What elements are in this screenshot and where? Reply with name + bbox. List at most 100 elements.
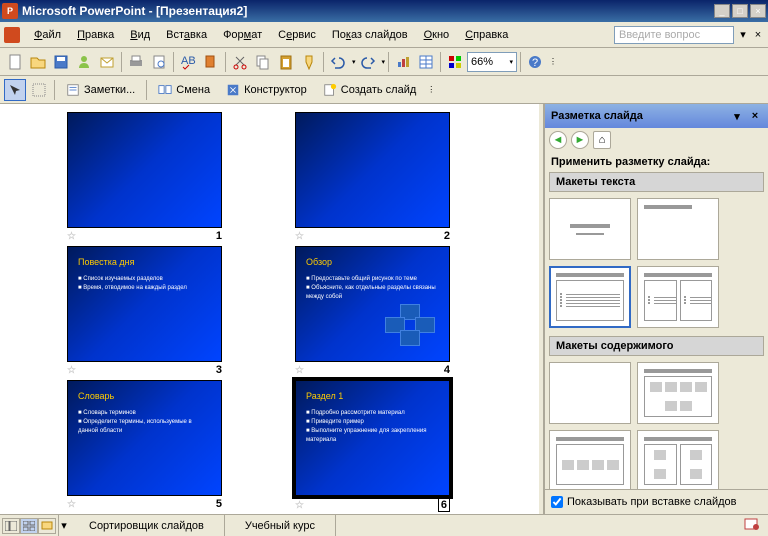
outlining-toolbar: Заметки... Смена Конструктор Создать сла… — [0, 76, 768, 104]
redo-button[interactable] — [357, 51, 379, 73]
menu-edit[interactable]: Правка — [69, 26, 122, 44]
animation-icon: ☆ — [295, 500, 304, 511]
menu-bar: Файл Правка Вид Вставка Формат Сервис По… — [0, 22, 768, 48]
status-bar: ▾ Сортировщик слайдов Учебный курс — [0, 514, 768, 536]
language-indicator[interactable] — [736, 517, 768, 534]
copy-button[interactable] — [252, 51, 274, 73]
apply-layout-label: Применить разметку слайда: — [545, 152, 768, 172]
layout-two-content-2[interactable] — [637, 430, 719, 489]
new-slide-button[interactable]: Создать слайд — [316, 79, 423, 101]
menu-help[interactable]: Справка — [457, 26, 516, 44]
slide-number: 5 — [216, 498, 222, 510]
nav-forward-button[interactable]: ► — [571, 131, 589, 149]
open-button[interactable] — [27, 51, 49, 73]
show-on-insert-checkbox[interactable] — [551, 496, 563, 508]
table-button[interactable] — [415, 51, 437, 73]
paste-button[interactable] — [275, 51, 297, 73]
layout-blank[interactable] — [549, 362, 631, 424]
maximize-button[interactable]: □ — [732, 4, 748, 18]
slide-number: 4 — [444, 364, 450, 376]
layout-content[interactable] — [637, 362, 719, 424]
notes-button[interactable]: Заметки... — [59, 79, 142, 101]
animation-icon: ☆ — [67, 231, 76, 242]
print-button[interactable] — [125, 51, 147, 73]
title-bar: P Microsoft PowerPoint - [Презентация2] … — [0, 0, 768, 22]
nav-home-button[interactable]: ⌂ — [593, 131, 611, 149]
research-button[interactable] — [200, 51, 222, 73]
layout-two-content[interactable] — [637, 266, 719, 328]
undo-button[interactable] — [327, 51, 349, 73]
task-pane: Разметка слайда ▾ × ◄ ► ⌂ Применить разм… — [544, 104, 768, 514]
menu-format[interactable]: Формат — [215, 26, 270, 44]
slide-thumbnail-4[interactable]: Обзор ■ Предоставьте общий рисунок по те… — [295, 246, 450, 362]
chart-button[interactable] — [392, 51, 414, 73]
doc-icon — [4, 27, 20, 43]
status-template: Учебный курс — [225, 515, 336, 536]
preview-button[interactable] — [148, 51, 170, 73]
help-question-input[interactable]: Введите вопрос — [614, 26, 734, 44]
save-button[interactable] — [50, 51, 72, 73]
layout-content-2[interactable] — [549, 430, 631, 489]
transition-button[interactable]: Смена — [151, 79, 217, 101]
animation-icon: ☆ — [295, 365, 304, 376]
taskpane-menu-button[interactable]: ▾ — [730, 109, 744, 123]
slide-thumbnail-2[interactable] — [295, 112, 450, 228]
select-all-button[interactable] — [28, 79, 50, 101]
layout-title-only[interactable] — [637, 198, 719, 260]
permission-button[interactable] — [73, 51, 95, 73]
taskpane-nav: ◄ ► ⌂ — [545, 128, 768, 152]
view-menu-arrow[interactable]: ▾ — [59, 519, 69, 532]
slide-sorter-view[interactable]: ☆ 1 ☆ 2 Повестка дня ■ Список изучаемых ра… — [0, 104, 538, 514]
taskpane-header: Разметка слайда ▾ × — [545, 104, 768, 128]
window-title: Microsoft PowerPoint - [Презентация2] — [22, 4, 714, 18]
layout-scroll-area[interactable]: Макеты текста — [545, 172, 768, 489]
taskpane-footer: Показывать при вставке слайдов — [545, 489, 768, 514]
format-painter-button[interactable] — [298, 51, 320, 73]
slide-thumbnail-3[interactable]: Повестка дня ■ Список изучаемых разделов… — [67, 246, 222, 362]
zoom-combo[interactable]: 66%▾ — [467, 52, 517, 72]
slideshow-view-button[interactable] — [38, 518, 56, 534]
nav-back-button[interactable]: ◄ — [549, 131, 567, 149]
designer-button[interactable]: Конструктор — [219, 79, 314, 101]
status-mode: Сортировщик слайдов — [69, 515, 225, 536]
email-button[interactable] — [96, 51, 118, 73]
menu-slideshow[interactable]: Показ слайдов — [324, 26, 416, 44]
help-button[interactable]: ? — [524, 51, 546, 73]
slide-thumbnail-5[interactable]: Словарь ■ Словарь терминов ■ Определите … — [67, 380, 222, 496]
toolbar-options[interactable]: ⋮ — [547, 51, 559, 73]
puzzle-graphic — [385, 299, 445, 349]
svg-text:?: ? — [532, 57, 538, 69]
toolbar2-options[interactable]: ⋮ — [425, 79, 437, 101]
section-text-layouts: Макеты текста — [549, 172, 764, 192]
cut-button[interactable] — [229, 51, 251, 73]
animation-icon: ☆ — [295, 231, 304, 242]
menu-window[interactable]: Окно — [416, 26, 458, 44]
spelling-button[interactable]: ABC — [177, 51, 199, 73]
doc-close-button[interactable]: × — [752, 29, 764, 41]
taskpane-close-button[interactable]: × — [748, 109, 762, 123]
menu-insert[interactable]: Вставка — [158, 26, 215, 44]
slide-number: 3 — [216, 364, 222, 376]
undo-dropdown[interactable]: ▾ — [352, 58, 356, 66]
color-button[interactable] — [444, 51, 466, 73]
arrow-button[interactable] — [4, 79, 26, 101]
slide-number: 2 — [444, 230, 450, 242]
new-button[interactable] — [4, 51, 26, 73]
sorter-view-button[interactable] — [20, 518, 38, 534]
menu-tools[interactable]: Сервис — [270, 26, 324, 44]
layout-title-slide[interactable] — [549, 198, 631, 260]
menu-view[interactable]: Вид — [122, 26, 158, 44]
layout-title-content[interactable] — [549, 266, 631, 328]
slide-thumbnail-6[interactable]: Раздел 1 ■ Подробно рассмотрите материал… — [295, 380, 450, 496]
menu-file[interactable]: Файл — [26, 26, 69, 44]
close-button[interactable]: × — [750, 4, 766, 18]
question-dropdown[interactable]: ▾ — [738, 28, 748, 41]
slide-thumbnail-1[interactable] — [67, 112, 222, 228]
redo-dropdown[interactable]: ▾ — [382, 58, 386, 66]
standard-toolbar: ABC ▾ ▾ 66%▾ ? ⋮ — [0, 48, 768, 76]
slide-number: 1 — [216, 230, 222, 242]
section-content-layouts: Макеты содержимого — [549, 336, 764, 356]
animation-icon: ☆ — [67, 365, 76, 376]
minimize-button[interactable]: _ — [714, 4, 730, 18]
normal-view-button[interactable] — [2, 518, 20, 534]
